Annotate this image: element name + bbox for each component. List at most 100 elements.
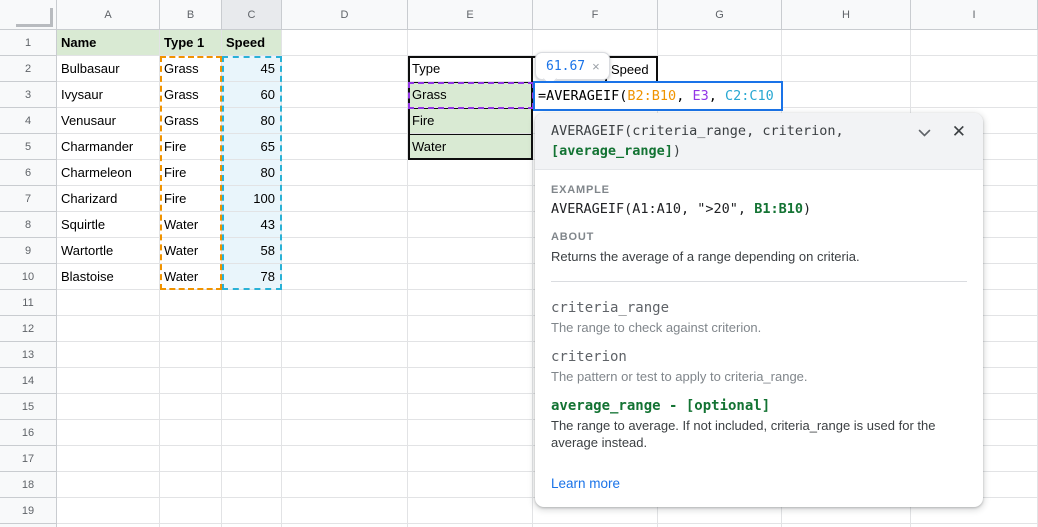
row-header-6[interactable]: 6	[0, 160, 57, 186]
chip-close-icon[interactable]: ×	[592, 60, 600, 73]
cell-E10[interactable]	[408, 264, 533, 290]
cell-C7[interactable]: 100	[222, 186, 282, 212]
cell-H3[interactable]	[782, 82, 911, 108]
cell-C11[interactable]	[222, 290, 282, 316]
cell-A5[interactable]: Charmander	[57, 134, 160, 160]
cell-D10[interactable]	[282, 264, 408, 290]
cell-B13[interactable]	[160, 342, 222, 368]
row-header-14[interactable]: 14	[0, 368, 57, 394]
cell-C9[interactable]: 58	[222, 238, 282, 264]
column-header-E[interactable]: E	[408, 0, 533, 30]
cell-E13[interactable]	[408, 342, 533, 368]
cell-D13[interactable]	[282, 342, 408, 368]
cell-D5[interactable]	[282, 134, 408, 160]
cell-B5[interactable]: Fire	[160, 134, 222, 160]
row-header-2[interactable]: 2	[0, 56, 57, 82]
cell-B1[interactable]: Type 1	[160, 30, 222, 56]
cell-B11[interactable]	[160, 290, 222, 316]
cell-E8[interactable]	[408, 212, 533, 238]
cell-B4[interactable]: Grass	[160, 108, 222, 134]
column-header-G[interactable]: G	[658, 0, 782, 30]
row-header-18[interactable]: 18	[0, 472, 57, 498]
row-header-9[interactable]: 9	[0, 238, 57, 264]
cell-B6[interactable]: Fire	[160, 160, 222, 186]
row-header-13[interactable]: 13	[0, 342, 57, 368]
column-header-C[interactable]: C	[222, 0, 282, 30]
cell-B16[interactable]	[160, 420, 222, 446]
column-header-B[interactable]: B	[160, 0, 222, 30]
cell-A2[interactable]: Bulbasaur	[57, 56, 160, 82]
cell-D7[interactable]	[282, 186, 408, 212]
cell-A11[interactable]	[57, 290, 160, 316]
collapse-chevron-icon[interactable]	[918, 125, 931, 143]
row-header-4[interactable]: 4	[0, 108, 57, 134]
row-header-3[interactable]: 3	[0, 82, 57, 108]
cell-A14[interactable]	[57, 368, 160, 394]
cell-E11[interactable]	[408, 290, 533, 316]
cell-D14[interactable]	[282, 368, 408, 394]
cell-B2[interactable]: Grass	[160, 56, 222, 82]
cell-B8[interactable]: Water	[160, 212, 222, 238]
popup-close-icon[interactable]: ✕	[952, 121, 966, 143]
column-header-F[interactable]: F	[533, 0, 658, 30]
cell-D2[interactable]	[282, 56, 408, 82]
cell-A16[interactable]	[57, 420, 160, 446]
cell-I1[interactable]	[911, 30, 1038, 56]
cell-B7[interactable]: Fire	[160, 186, 222, 212]
cell-B15[interactable]	[160, 394, 222, 420]
cell-D12[interactable]	[282, 316, 408, 342]
cell-C19[interactable]	[222, 498, 282, 524]
cell-G2[interactable]	[658, 56, 782, 82]
cell-E7[interactable]	[408, 186, 533, 212]
column-header-I[interactable]: I	[911, 0, 1038, 30]
cell-A6[interactable]: Charmeleon	[57, 160, 160, 186]
cell-E5[interactable]: Water	[408, 134, 533, 160]
cell-E19[interactable]	[408, 498, 533, 524]
cell-C5[interactable]: 65	[222, 134, 282, 160]
cell-D19[interactable]	[282, 498, 408, 524]
column-header-D[interactable]: D	[282, 0, 408, 30]
cell-D3[interactable]	[282, 82, 408, 108]
row-header-12[interactable]: 12	[0, 316, 57, 342]
cell-H2[interactable]	[782, 56, 911, 82]
cell-H1[interactable]	[782, 30, 911, 56]
select-all-corner[interactable]	[0, 0, 57, 30]
cell-A10[interactable]: Blastoise	[57, 264, 160, 290]
cell-I3[interactable]	[911, 82, 1038, 108]
cell-D15[interactable]	[282, 394, 408, 420]
cell-A8[interactable]: Squirtle	[57, 212, 160, 238]
cell-C13[interactable]	[222, 342, 282, 368]
cell-A1[interactable]: Name	[57, 30, 160, 56]
cell-A15[interactable]	[57, 394, 160, 420]
cell-C10[interactable]: 78	[222, 264, 282, 290]
cell-D17[interactable]	[282, 446, 408, 472]
row-header-11[interactable]: 11	[0, 290, 57, 316]
cell-B10[interactable]: Water	[160, 264, 222, 290]
cell-A18[interactable]	[57, 472, 160, 498]
cell-E16[interactable]	[408, 420, 533, 446]
cell-B3[interactable]: Grass	[160, 82, 222, 108]
cell-C3[interactable]: 60	[222, 82, 282, 108]
cell-A3[interactable]: Ivysaur	[57, 82, 160, 108]
row-header-19[interactable]: 19	[0, 498, 57, 524]
cell-C17[interactable]	[222, 446, 282, 472]
cell-E17[interactable]	[408, 446, 533, 472]
row-header-10[interactable]: 10	[0, 264, 57, 290]
cell-B17[interactable]	[160, 446, 222, 472]
cell-G1[interactable]	[658, 30, 782, 56]
row-header-15[interactable]: 15	[0, 394, 57, 420]
cell-D1[interactable]	[282, 30, 408, 56]
cell-I2[interactable]	[911, 56, 1038, 82]
row-header-1[interactable]: 1	[0, 30, 57, 56]
row-header-5[interactable]: 5	[0, 134, 57, 160]
row-header-16[interactable]: 16	[0, 420, 57, 446]
cell-E12[interactable]	[408, 316, 533, 342]
cell-E4[interactable]: Fire	[408, 108, 533, 134]
cell-C2[interactable]: 45	[222, 56, 282, 82]
cell-C1[interactable]: Speed	[222, 30, 282, 56]
cell-E14[interactable]	[408, 368, 533, 394]
cell-E3[interactable]: Grass	[408, 82, 533, 108]
cell-A19[interactable]	[57, 498, 160, 524]
cell-D8[interactable]	[282, 212, 408, 238]
row-header-17[interactable]: 17	[0, 446, 57, 472]
